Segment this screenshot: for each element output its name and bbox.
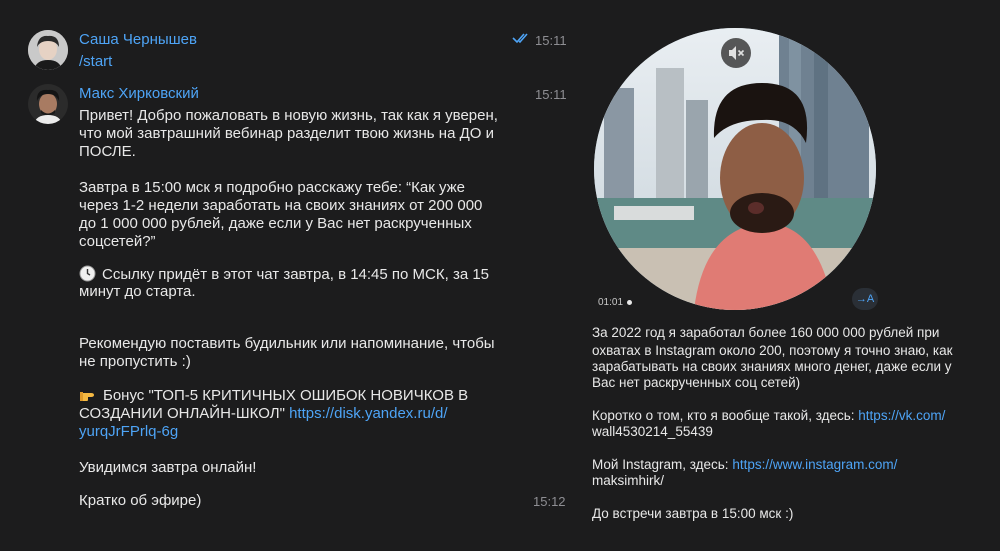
transcribe-button[interactable]: →A [852, 288, 878, 310]
message-text: Ссылку придёт в этот чат завтра, в 14:45… [102, 266, 490, 283]
sender-name[interactable]: Саша Чернышев [79, 31, 197, 48]
speaker-muted-icon [729, 46, 745, 60]
caption-line: До встречи завтра в 15:00 мск :) [592, 506, 794, 521]
message-line: не пропустить :) [79, 353, 191, 370]
caption-text: Коротко о том, кто я вообще такой, здесь… [592, 408, 855, 423]
message-line: Завтра в 15:00 мск я подробно расскажу т… [79, 179, 466, 196]
avatar-maks[interactable] [28, 84, 68, 124]
message-line: СОЗДАНИИ ОНЛАЙН-ШКОЛ" https://disk.yande… [79, 405, 448, 423]
message-line: ПОСЛЕ. [79, 143, 136, 160]
bonus-link[interactable]: yurqJrFPrlq-6g [79, 423, 178, 441]
sender-name[interactable]: Макс Хирковский [79, 85, 199, 102]
unread-dot [627, 300, 632, 305]
message-line: Рекомендую поставить будильник или напом… [79, 335, 495, 352]
message-line: соцсетей?” [79, 233, 156, 250]
message-line: минут до старта. [79, 283, 196, 300]
message-line: Привет! Добро пожаловать в новую жизнь, … [79, 107, 498, 124]
vk-link[interactable]: https://vk.com/ [858, 408, 945, 423]
caption-line: За 2022 год я заработал более 160 000 00… [592, 325, 940, 340]
chat-left: Саша Чернышев /start 15:11 Макс Хирковск… [0, 0, 580, 551]
message-line: Увидимся завтра онлайн! [79, 459, 257, 476]
video-frame [594, 28, 876, 310]
instagram-link[interactable]: https://www.instagram.com/ [732, 457, 897, 472]
caption-text: Мой Instagram, здесь: [592, 457, 729, 472]
message-text: Бонус "ТОП-5 КРИТИЧНЫХ ОШИБОК НОВИЧКОВ В [103, 387, 469, 404]
clock-icon [79, 265, 96, 282]
message-line: через 1-2 недели заработать на своих зна… [79, 197, 483, 214]
video-duration: 01:01 [598, 297, 624, 308]
message-line-clock: Ссылку придёт в этот чат завтра, в 14:45… [79, 265, 489, 284]
caption-line: охватах в Instagram около 200, поэтому я… [592, 343, 953, 358]
message-line: что мой завтрашний вебинар разделит твою… [79, 125, 494, 142]
vk-link[interactable]: wall4530214_55439 [592, 424, 713, 440]
bonus-link[interactable]: https://disk.yandex.ru/d/ [289, 405, 447, 422]
message-line-bonus: Бонус "ТОП-5 КРИТИЧНЫХ ОШИБОК НОВИЧКОВ В [79, 387, 468, 405]
instagram-link[interactable]: maksimhirk/ [592, 473, 664, 489]
caption-line: Коротко о том, кто я вообще такой, здесь… [592, 408, 945, 424]
message-time: 15:11 [535, 87, 567, 102]
caption-line: Вас нет раскрученных соц сетей) [592, 375, 801, 390]
message-line: до 1 000 000 рублей, даже если у Вас нет… [79, 215, 472, 232]
message-time: 15:11 [535, 33, 567, 48]
message-time: 15:12 [533, 494, 566, 509]
round-video[interactable] [594, 28, 876, 310]
caption-line: зарабатывать на своих знаниях много дене… [592, 359, 952, 374]
caption-line: Мой Instagram, здесь: https://www.instag… [592, 457, 897, 473]
double-check-icon [512, 33, 528, 44]
message-line: Кратко об эфире) [79, 492, 202, 509]
start-command[interactable]: /start [79, 53, 112, 71]
mute-button[interactable] [721, 38, 751, 68]
message-text: СОЗДАНИИ ОНЛАЙН-ШКОЛ" [79, 405, 285, 422]
avatar-sasha[interactable] [28, 30, 68, 70]
pointing-hand-icon [80, 392, 94, 401]
